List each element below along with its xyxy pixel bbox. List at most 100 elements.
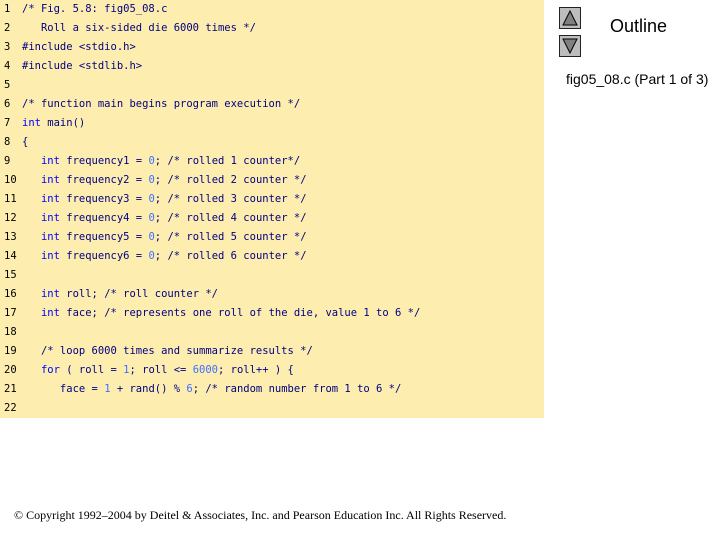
code-text: int main() [22,114,85,133]
code-line: 11 int frequency3 = 0; /* rolled 3 count… [0,190,544,209]
code-token: ; roll++ ) { [218,364,294,376]
code-line: 10 int frequency2 = 0; /* rolled 2 count… [0,171,544,190]
code-text: #include <stdlib.h> [22,57,142,76]
slide-caption: fig05_08.c (Part 1 of 3) [566,71,709,87]
code-keyword: int [40,307,60,319]
code-comment: /* random number from 1 to 6 */ [205,383,402,395]
line-number: 19 [4,345,17,357]
code-line: 3 #include <stdio.h> [0,38,544,57]
line-number: 2 [4,22,11,34]
code-token: #include <stdlib.h> [22,60,143,72]
code-text: int frequency5 = 0; /* rolled 5 counter … [22,228,307,247]
code-line: 6 /* function main begins program executi… [0,95,544,114]
code-text: /* Fig. 5.8: fig05_08.c [22,0,167,19]
code-token: frequency5 = [59,231,149,243]
code-line: 4 #include <stdlib.h> [0,57,544,76]
code-text: int frequency6 = 0; /* rolled 6 counter … [22,247,307,266]
code-token: main() [40,117,86,129]
line-number: 9 [4,155,11,167]
code-line: 14 int frequency6 = 0; /* rolled 6 count… [0,247,544,266]
code-keyword: int [40,155,60,167]
code-comment: /* rolled 6 counter */ [167,250,307,262]
line-number: 3 [4,41,11,53]
line-number: 4 [4,60,11,72]
code-comment: /* rolled 4 counter */ [167,212,307,224]
code-comment: /* rolled 5 counter */ [167,231,307,243]
code-text: face = 1 + rand() % 6; /* random number … [22,380,401,399]
code-token: ; [154,231,168,243]
code-token: ; [154,155,168,167]
code-token: ; [154,212,168,224]
line-number: 22 [4,402,17,414]
line-number: 6 [4,98,11,110]
code-token: face; [59,307,105,319]
code-line: 2 Roll a six-sided die 6000 times */ [0,19,544,38]
code-token: ; roll <= [129,364,193,376]
code-token: frequency6 = [59,250,149,262]
triangle-up-icon [562,9,578,26]
code-comment: /* represents one roll of the die, value… [104,307,421,319]
code-token: { [22,136,29,148]
code-line: 21 face = 1 + rand() % 6; /* random numb… [0,380,544,399]
code-line: 17 int face; /* represents one roll of t… [0,304,544,323]
code-token: face = [22,383,105,395]
code-line: 13 int frequency5 = 0; /* rolled 5 count… [0,228,544,247]
line-number: 20 [4,364,17,376]
code-keyword: int [40,212,60,224]
code-keyword: for [40,364,60,376]
next-slide-button[interactable] [559,35,581,57]
code-comment: /* rolled 3 counter */ [167,193,307,205]
outline-label[interactable]: Outline [610,16,667,37]
code-comment: /* Fig. 5.8: fig05_08.c [22,3,168,15]
triangle-down-icon [562,38,578,55]
line-number: 16 [4,288,17,300]
code-text: int roll; /* roll counter */ [22,285,218,304]
code-token: frequency3 = [59,193,149,205]
code-token: ; [154,174,168,186]
line-number: 17 [4,307,17,319]
code-token: frequency1 = [59,155,149,167]
code-text: Roll a six-sided die 6000 times */ [22,19,256,38]
code-panel: 1 /* Fig. 5.8: fig05_08.c 2 Roll a six-sid… [0,0,544,418]
line-number: 12 [4,212,17,224]
code-line: 8{ [0,133,544,152]
code-token: roll; [59,288,105,300]
code-text: #include <stdio.h> [22,38,136,57]
code-token: ; [192,383,206,395]
code-literal: 6000 [192,364,218,376]
code-token: #include <stdio.h> [22,41,136,53]
code-line: 7 int main() [0,114,544,133]
line-number: 7 [4,117,11,129]
line-number: 15 [4,269,17,281]
code-line: 20 for ( roll = 1; roll <= 6000; roll++ … [0,361,544,380]
code-token: ; [154,250,168,262]
code-line: 16 int roll; /* roll counter */ [0,285,544,304]
code-line: 5 [0,76,544,95]
code-text: int frequency1 = 0; /* rolled 1 counter*… [22,152,300,171]
copyright-notice: © Copyright 1992–2004 by Deitel & Associ… [14,508,507,522]
line-number: 21 [4,383,17,395]
code-token: + rand() % [110,383,187,395]
code-line: 15 [0,266,544,285]
code-keyword: int [40,174,60,186]
line-number: 13 [4,231,17,243]
code-line: 9 int frequency1 = 0; /* rolled 1 counte… [0,152,544,171]
line-number: 10 [4,174,17,186]
code-keyword: int [22,117,41,129]
code-comment: /* loop 6000 times and summarize results… [40,345,313,357]
previous-slide-button[interactable] [559,7,581,29]
code-text: int frequency3 = 0; /* rolled 3 counter … [22,190,307,209]
code-keyword: int [40,231,60,243]
code-comment: Roll a six-sided die 6000 times */ [22,22,256,34]
code-line: 1 /* Fig. 5.8: fig05_08.c [0,0,544,19]
code-text: int face; /* represents one roll of the … [22,304,420,323]
